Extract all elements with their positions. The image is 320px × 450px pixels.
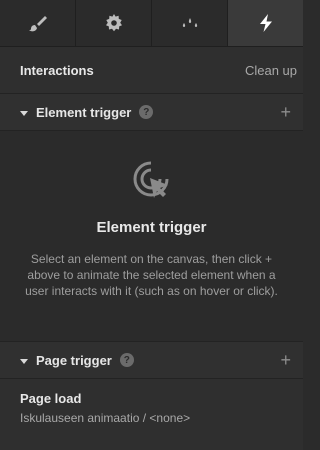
tab-settings[interactable] [76, 0, 152, 46]
caret-down-icon[interactable] [20, 358, 28, 364]
page-load-item[interactable]: Page load Iskulauseen animaatio / <none> [0, 379, 303, 450]
clean-up-button[interactable]: Clean up [245, 63, 297, 78]
add-element-trigger-button[interactable]: + [280, 103, 291, 121]
caret-down-icon[interactable] [20, 110, 28, 116]
lightning-icon [259, 14, 272, 32]
add-page-trigger-button[interactable]: + [280, 351, 291, 369]
page-trigger-section-header[interactable]: Page trigger ? + [0, 341, 303, 379]
help-icon[interactable]: ? [119, 353, 134, 367]
page-trigger-label: Page trigger [36, 352, 112, 368]
empty-state-description: Select an element on the canvas, then cl… [25, 252, 278, 298]
page-load-name: Page load [20, 391, 82, 406]
element-trigger-empty-state: Element trigger Select an element on the… [0, 131, 303, 341]
brush-icon [28, 16, 47, 32]
tab-interactions[interactable] [228, 0, 303, 46]
panel-title: Interactions [20, 62, 94, 78]
page-load-detail: Iskulauseen animaatio / <none> [20, 411, 191, 425]
empty-state-title: Element trigger [96, 219, 207, 236]
drops-icon [182, 18, 197, 27]
interactions-header: Interactions Clean up [0, 47, 303, 93]
element-trigger-section-header[interactable]: Element trigger ? + [0, 93, 303, 131]
panel-tabs [0, 0, 303, 47]
click-target-icon [133, 161, 169, 198]
tab-style-manager[interactable] [152, 0, 228, 46]
gear-icon [105, 14, 122, 32]
tab-style[interactable] [0, 0, 76, 46]
help-icon[interactable]: ? [139, 105, 154, 119]
element-trigger-label: Element trigger [36, 104, 132, 120]
